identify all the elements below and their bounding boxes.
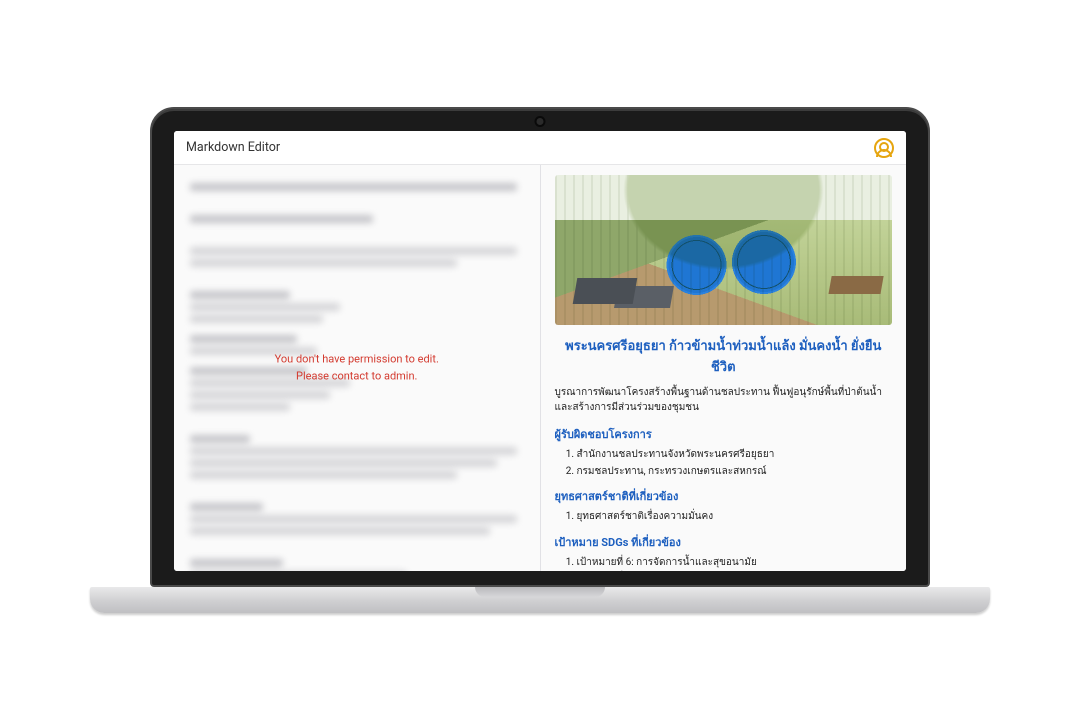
section-heading: ผู้รับผิดชอบโครงการ — [555, 425, 893, 443]
app-title: Markdown Editor — [186, 140, 280, 155]
app-topbar: Markdown Editor — [174, 131, 906, 165]
document-lead: บูรณาการพัฒนาโครงสร้างพื้นฐานด้านชลประทา… — [555, 385, 893, 415]
section-list: เป้าหมายที่ 6: การจัดการน้ำและสุขอนามัย … — [577, 555, 893, 572]
markdown-editor-pane: You don't have permission to edit. Pleas… — [174, 165, 540, 571]
permission-warning-line1: You don't have permission to edit. — [275, 352, 439, 369]
workspace: You don't have permission to edit. Pleas… — [174, 165, 906, 571]
laptop-mockup: Markdown Editor — [150, 107, 930, 613]
list-item: ยุทธศาสตร์ชาติเรื่องความมั่นคง — [577, 509, 893, 525]
hero-illustration — [555, 175, 893, 325]
laptop-base — [90, 587, 990, 613]
list-item: สำนักงานชลประทานจังหวัดพระนครศรีอยุธยา — [577, 447, 893, 463]
section-list: สำนักงานชลประทานจังหวัดพระนครศรีอยุธยา ก… — [577, 447, 893, 479]
permission-warning: You don't have permission to edit. Pleas… — [275, 352, 439, 385]
list-item: เป้าหมายที่ 6: การจัดการน้ำและสุขอนามัย — [577, 555, 893, 571]
laptop-screen-bezel: Markdown Editor — [150, 107, 930, 587]
list-item: กรมชลประทาน, กระทรวงเกษตรและสหกรณ์ — [577, 464, 893, 480]
permission-warning-line2: Please contact to admin. — [275, 368, 439, 385]
laptop-shadow — [50, 607, 1030, 720]
user-account-icon[interactable] — [874, 138, 894, 158]
section-heading: ยุทธศาสตร์ชาติที่เกี่ยวข้อง — [555, 487, 893, 505]
app-viewport: Markdown Editor — [174, 131, 906, 571]
section-heading: เป้าหมาย SDGs ที่เกี่ยวข้อง — [555, 533, 893, 551]
section-list: ยุทธศาสตร์ชาติเรื่องความมั่นคง — [577, 509, 893, 525]
markdown-preview-pane: พระนครศรีอยุธยา ก้าวข้ามน้ำท่วมน้ำแล้ง ม… — [541, 165, 907, 571]
laptop-camera — [537, 118, 544, 125]
document-title: พระนครศรีอยุธยา ก้าวข้ามน้ำท่วมน้ำแล้ง ม… — [555, 335, 893, 377]
